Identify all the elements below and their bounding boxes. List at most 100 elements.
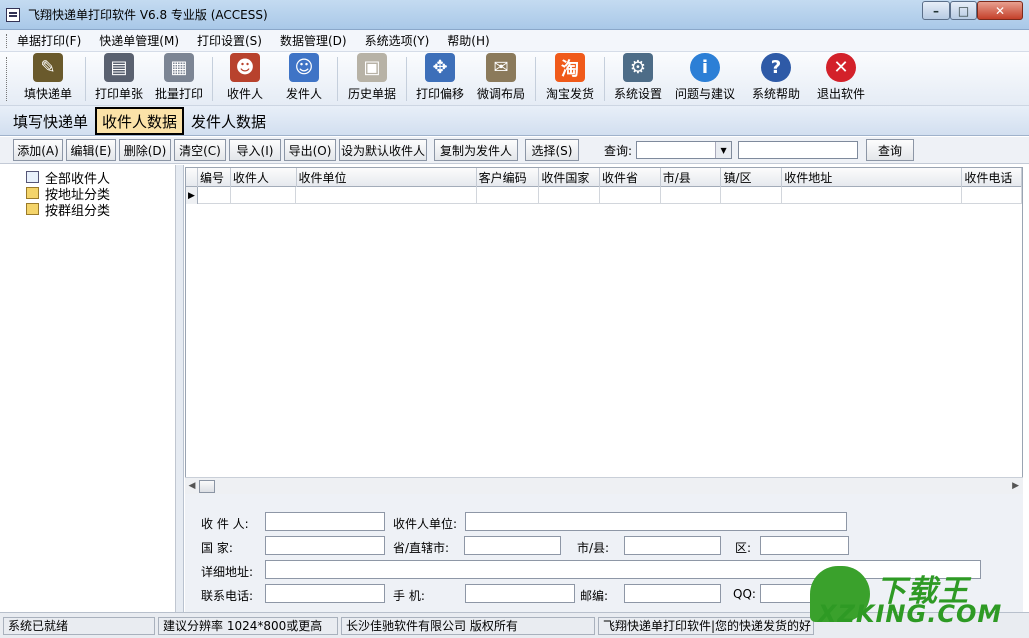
table-cell[interactable] <box>296 187 477 204</box>
city-label: 市/县: <box>577 541 610 555</box>
table-icon <box>26 171 39 183</box>
tab-sender-data[interactable]: 发件人数据 <box>186 109 271 135</box>
horizontal-scrollbar[interactable]: ◀ ▶ <box>185 477 1023 494</box>
col-city[interactable]: 市/县 <box>661 168 722 187</box>
table-cell[interactable] <box>539 187 601 204</box>
exit-button[interactable]: ✕ 退出软件 <box>810 53 872 105</box>
recipient-field[interactable] <box>265 512 385 531</box>
menu-print-settings[interactable]: 打印设置(S) <box>197 32 262 49</box>
folder-icon <box>26 203 39 215</box>
edit-button[interactable]: 编辑(E) <box>66 139 116 161</box>
pane-splitter[interactable] <box>176 165 184 612</box>
close-button[interactable]: ✕ <box>977 1 1023 20</box>
row-indicator-header <box>186 168 198 187</box>
chevron-down-icon[interactable]: ▼ <box>715 142 732 158</box>
toolbar-grip <box>6 57 9 101</box>
print-offset-button[interactable]: ✥ 打印偏移 <box>410 53 470 105</box>
scroll-left-icon[interactable]: ◀ <box>185 481 199 491</box>
tab-fill-express[interactable]: 填写快递单 <box>8 109 93 135</box>
col-customer-code[interactable]: 客户编码 <box>477 168 540 187</box>
district-field[interactable] <box>760 536 849 555</box>
menu-grip <box>6 33 9 48</box>
table-cell[interactable] <box>477 187 540 204</box>
city-field[interactable] <box>624 536 721 555</box>
province-label: 省/直辖市: <box>393 541 450 555</box>
select-button[interactable]: 选择(S) <box>525 139 579 161</box>
clear-button[interactable]: 清空(C) <box>174 139 226 161</box>
table-row[interactable]: ▶ <box>186 187 1022 204</box>
col-province[interactable]: 收件省 <box>600 168 661 187</box>
app-icon <box>6 7 20 22</box>
col-phone[interactable]: 收件电话 <box>962 168 1022 187</box>
recipient-label: 收 件 人: <box>201 517 249 531</box>
country-field[interactable] <box>265 536 385 555</box>
phone-field[interactable] <box>265 584 385 603</box>
toolbar-separator <box>85 57 86 101</box>
watermark-url: XZKING.COM <box>818 600 1003 628</box>
zip-label: 邮编: <box>580 589 609 603</box>
country-label: 国 家: <box>201 541 233 555</box>
toolbar-separator <box>337 57 338 101</box>
taobao-ship-button[interactable]: 淘淘宝发货 <box>539 53 601 105</box>
batch-print-button[interactable]: ▦ 批量打印 <box>149 53 209 105</box>
export-button[interactable]: 导出(O) <box>284 139 336 161</box>
table-cell[interactable] <box>600 187 661 204</box>
menu-print-doc[interactable]: 单据打印(F) <box>17 32 81 49</box>
phone-label: 联系电话: <box>201 589 254 603</box>
company-field[interactable] <box>465 512 847 531</box>
recipient-button[interactable]: ☻ 收件人 <box>216 53 274 105</box>
toolbar: ✎ 填快递单 ▤ 打印单张 ▦ 批量打印 ☻ 收件人 ☺ 发件人 ▣ 历史单据 ✥ 打印偏移 … <box>0 52 1029 106</box>
menu-system-options[interactable]: 系统选项(Y) <box>365 32 430 49</box>
toolbar-separator <box>212 57 213 101</box>
system-settings-button[interactable]: ⚙ 系统设置 <box>608 53 668 105</box>
province-field[interactable] <box>464 536 561 555</box>
history-button[interactable]: ▣ 历史单据 <box>341 53 403 105</box>
district-label: 区: <box>735 541 752 555</box>
batch-printer-icon: ▦ <box>164 53 194 82</box>
menu-data-mgmt[interactable]: 数据管理(D) <box>280 32 347 49</box>
copy-as-sender-button[interactable]: 复制为发件人 <box>434 139 518 161</box>
col-country[interactable]: 收件国家 <box>539 168 601 187</box>
tree-node-by-group[interactable]: 按群组分类 <box>0 201 175 219</box>
col-id[interactable]: 编号 <box>198 168 231 187</box>
delete-button[interactable]: 删除(D) <box>119 139 171 161</box>
category-tree: 全部收件人 按地址分类 按群组分类 <box>0 165 176 612</box>
menu-help[interactable]: 帮助(H) <box>447 32 489 49</box>
offset-icon: ✥ <box>425 53 455 82</box>
fill-express-button[interactable]: ✎ 填快递单 <box>14 53 82 105</box>
table-cell[interactable] <box>782 187 963 204</box>
print-single-button[interactable]: ▤ 打印单张 <box>89 53 149 105</box>
scroll-right-icon[interactable]: ▶ <box>1012 481 1019 491</box>
table-cell[interactable] <box>198 187 231 204</box>
tab-recipient-data[interactable]: 收件人数据 <box>95 107 185 135</box>
table-cell[interactable] <box>962 187 1022 204</box>
col-recipient[interactable]: 收件人 <box>231 168 297 187</box>
table-cell[interactable] <box>661 187 722 204</box>
watermark-logo: 下载王 XZKING.COM <box>808 562 1026 632</box>
query-input[interactable] <box>738 141 859 159</box>
table-cell[interactable] <box>231 187 297 204</box>
zip-field[interactable] <box>624 584 721 603</box>
menu-express-mgmt[interactable]: 快递单管理(M) <box>99 32 179 49</box>
feedback-button[interactable]: i 问题与建议 <box>668 53 742 105</box>
minimize-button[interactable]: – <box>922 1 950 20</box>
status-resolution: 建议分辨率 1024*800或更高 <box>158 616 338 635</box>
maximize-button[interactable]: □ <box>950 1 977 20</box>
query-button[interactable]: 查询 <box>866 139 915 161</box>
import-button[interactable]: 导入(I) <box>229 139 281 161</box>
query-field-select[interactable]: ▼ <box>636 141 733 159</box>
scroll-thumb[interactable] <box>199 479 215 493</box>
col-company[interactable]: 收件单位 <box>297 168 477 187</box>
fine-tune-layout-button[interactable]: ✉ 微调布局 <box>470 53 532 105</box>
status-marquee: 飞翔快递单打印软件|您的快递发货的好 <box>598 616 814 635</box>
col-district[interactable]: 镇/区 <box>721 168 783 187</box>
recipient-people-icon: ☻ <box>230 53 260 82</box>
sender-button[interactable]: ☺ 发件人 <box>274 53 334 105</box>
mobile-field[interactable] <box>465 584 575 603</box>
table-cell[interactable] <box>721 187 783 204</box>
set-default-recipient-button[interactable]: 设为默认收件人 <box>339 139 427 161</box>
col-address[interactable]: 收件地址 <box>782 168 963 187</box>
system-help-button[interactable]: ? 系统帮助 <box>742 53 810 105</box>
add-button[interactable]: 添加(A) <box>13 139 63 161</box>
menu-bar: 单据打印(F) 快递单管理(M) 打印设置(S) 数据管理(D) 系统选项(Y)… <box>0 30 1029 52</box>
